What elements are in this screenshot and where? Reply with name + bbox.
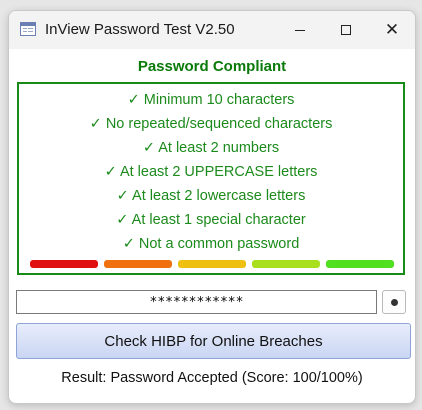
minimize-button[interactable]: [277, 11, 323, 49]
window-title: InView Password Test V2.50: [45, 21, 235, 38]
app-icon: [20, 22, 36, 36]
check-not-common: ✓ Not a common password: [122, 236, 300, 252]
maximize-icon: [341, 25, 351, 35]
strength-segment-2: [104, 260, 172, 268]
check-min-length: ✓ Minimum 10 characters: [127, 92, 295, 108]
strength-segment-4: [252, 260, 320, 268]
result-text: Result: Password Accepted (Score: 100/10…: [61, 370, 363, 386]
check-uppercase: ✓ At least 2 UPPERCASE letters: [104, 164, 318, 180]
requirements-panel: ✓ Minimum 10 characters ✓ No repeated/se…: [17, 82, 405, 275]
strength-meter: [30, 260, 394, 268]
close-button[interactable]: ✕: [369, 11, 415, 49]
check-hibp-button[interactable]: Check HIBP for Online Breaches: [16, 323, 411, 359]
reveal-password-button[interactable]: [382, 290, 406, 314]
check-lowercase: ✓ At least 2 lowercase letters: [116, 188, 306, 204]
minimize-icon: [295, 29, 305, 31]
check-special: ✓ At least 1 special character: [116, 212, 306, 228]
check-no-repeats: ✓ No repeated/sequenced characters: [89, 116, 333, 132]
password-input[interactable]: [16, 290, 377, 314]
close-icon: ✕: [384, 19, 400, 40]
title-bar[interactable]: InView Password Test V2.50 ✕: [9, 11, 415, 49]
eye-dot-icon: [390, 298, 398, 306]
strength-segment-1: [30, 260, 98, 268]
strength-segment-3: [178, 260, 246, 268]
check-numbers: ✓ At least 2 numbers: [142, 140, 280, 156]
compliance-status: Password Compliant: [137, 58, 287, 75]
strength-segment-5: [326, 260, 394, 268]
maximize-button[interactable]: [323, 11, 369, 49]
app-window: InView Password Test V2.50 ✕ Password Co…: [8, 10, 416, 404]
